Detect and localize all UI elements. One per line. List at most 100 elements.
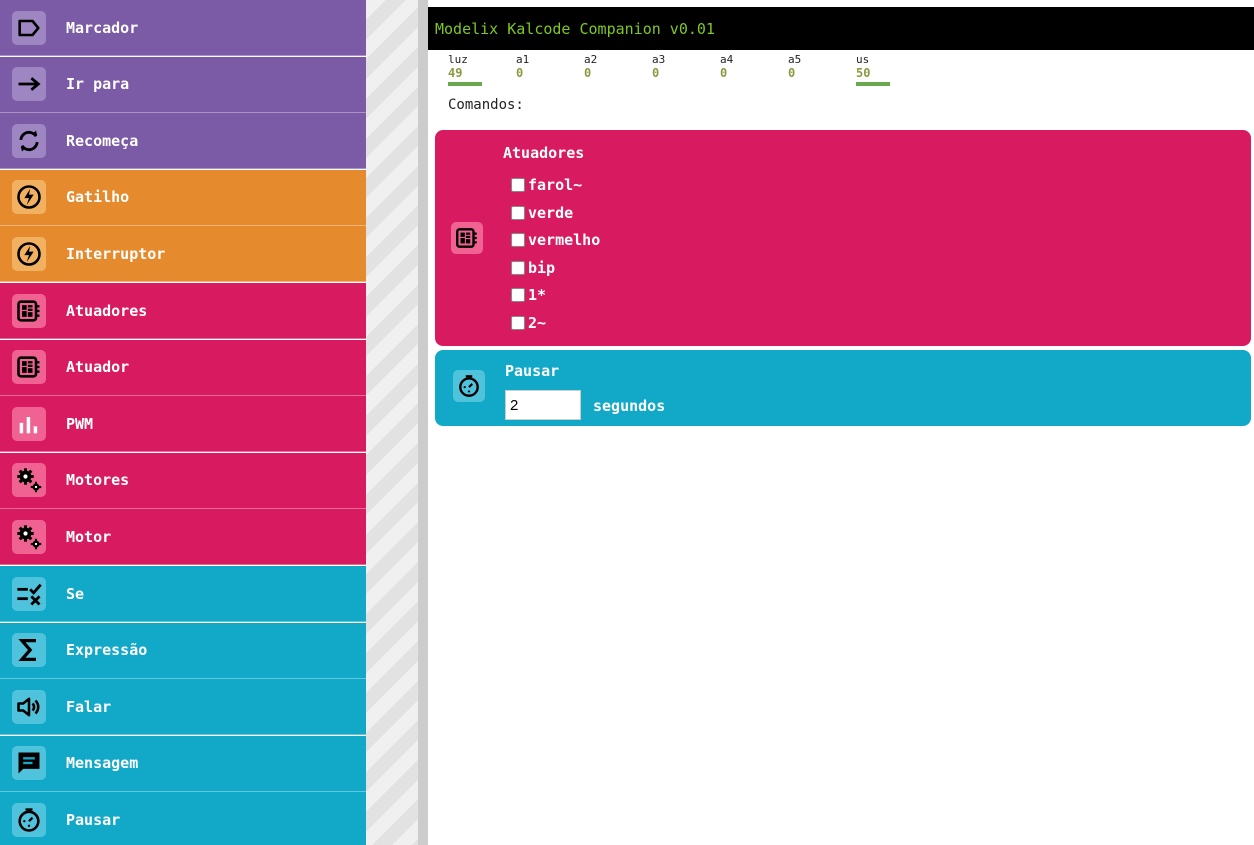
app-title-bar: Modelix Kalcode Companion v0.01 xyxy=(428,7,1254,50)
sensor-a5: a5 0 xyxy=(788,53,848,81)
palette-item-label: Pausar xyxy=(66,810,121,829)
actuator-farol[interactable]: farol~ xyxy=(511,176,582,194)
message-icon xyxy=(12,746,46,781)
timer-icon xyxy=(453,370,485,402)
palette-item-label: Motor xyxy=(66,527,112,546)
bar-chart-icon xyxy=(12,406,46,441)
palette-item-label: PWM xyxy=(66,414,94,433)
actuator-checkbox[interactable] xyxy=(511,288,525,302)
sensor-a1: a1 0 xyxy=(516,53,576,81)
sensor-value: 49 xyxy=(448,66,463,80)
palette-item-pwm[interactable]: PWM xyxy=(0,396,366,453)
sensor-label: a5 xyxy=(788,53,802,66)
app-title: Modelix Kalcode Companion v0.01 xyxy=(435,19,715,38)
commands-label: Comandos: xyxy=(448,97,524,113)
sensor-value: 0 xyxy=(516,66,524,80)
palette-item-label: Se xyxy=(66,584,85,603)
palette-item-label: Recomeça xyxy=(66,131,139,150)
palette-item-label: Ir para xyxy=(66,75,130,94)
sensor-label: a1 xyxy=(516,53,530,66)
palette-item-atuadores[interactable]: Atuadores xyxy=(0,283,366,339)
sensor-a3: a3 0 xyxy=(652,53,712,81)
actuator-checkbox[interactable] xyxy=(511,315,525,330)
sigma-icon xyxy=(12,633,46,668)
board-icon xyxy=(12,350,46,385)
actuator-label: farol~ xyxy=(528,176,583,194)
pausar-block[interactable]: Pausar segundos xyxy=(435,350,1251,426)
sensor-level-bar xyxy=(448,82,482,86)
sensor-value: 0 xyxy=(720,66,728,80)
block-palette: Marcador Ir para Recomeça Gatilho Interrupto… xyxy=(0,0,366,845)
actuator-label: 2~ xyxy=(528,313,547,332)
actuator-checkbox[interactable] xyxy=(511,233,525,247)
check-cross-icon xyxy=(12,576,46,611)
palette-item-label: Atuador xyxy=(66,358,130,377)
actuator-bip[interactable]: bip xyxy=(511,259,555,277)
palette-item-label: Mensagem xyxy=(66,754,139,773)
sensor-value: 0 xyxy=(584,66,592,80)
sensor-value: 0 xyxy=(652,66,660,80)
palette-item-label: Interruptor xyxy=(66,244,166,263)
actuator-checkbox[interactable] xyxy=(511,260,525,275)
board-icon xyxy=(12,293,46,328)
palette-item-pausar[interactable]: Pausar xyxy=(0,792,366,845)
palette-item-label: Gatilho xyxy=(66,188,130,207)
sensor-label: us xyxy=(856,53,870,66)
actuator-label: bip xyxy=(528,258,556,277)
actuator-checkbox[interactable] xyxy=(511,205,525,220)
palette-item-label: Falar xyxy=(66,697,112,716)
palette-item-marcador[interactable]: Marcador xyxy=(0,0,366,56)
workspace: Modelix Kalcode Companion v0.01 luz 49 a1 0… xyxy=(428,0,1254,845)
palette-item-interruptor[interactable]: Interruptor xyxy=(0,226,366,283)
arrow-right-icon xyxy=(12,67,46,102)
sensor-a2: a2 0 xyxy=(584,53,644,81)
actuator-checkbox[interactable] xyxy=(511,178,525,192)
actuator-label: 1* xyxy=(528,286,547,304)
palette-item-ir-para[interactable]: Ir para xyxy=(0,56,366,113)
lightning-icon xyxy=(12,180,46,215)
palette-item-motores[interactable]: Motores xyxy=(0,452,366,509)
restart-icon xyxy=(12,123,46,158)
pause-seconds-input[interactable] xyxy=(505,390,581,420)
sensor-luz: luz 49 xyxy=(448,54,508,86)
sensor-label: a2 xyxy=(584,53,598,66)
actuator-2[interactable]: 2~ xyxy=(511,314,546,332)
actuator-vermelho[interactable]: vermelho xyxy=(511,231,600,249)
palette-item-label: Motores xyxy=(66,471,130,490)
pausar-title: Pausar xyxy=(505,362,560,380)
palette-item-falar[interactable]: Falar xyxy=(0,679,366,736)
sensor-level-bar xyxy=(856,82,890,86)
sensor-label: a4 xyxy=(720,53,734,66)
actuator-1[interactable]: 1* xyxy=(511,286,546,304)
sensor-a4: a4 0 xyxy=(720,53,780,81)
actuator-label: verde xyxy=(528,203,574,222)
actuator-label: vermelho xyxy=(528,231,601,249)
lightning-icon xyxy=(12,236,46,271)
sensor-label: luz xyxy=(448,53,468,66)
gears-icon xyxy=(12,463,46,498)
palette-item-gatilho[interactable]: Gatilho xyxy=(0,169,366,226)
gears-icon xyxy=(12,519,46,554)
palette-item-motor[interactable]: Motor xyxy=(0,509,366,566)
palette-item-atuador[interactable]: Atuador xyxy=(0,339,366,396)
palette-item-label: Expressão xyxy=(66,641,148,660)
atuadores-title: Atuadores xyxy=(503,144,585,162)
palette-item-label: Atuadores xyxy=(66,301,148,320)
tag-icon xyxy=(12,10,46,45)
board-icon xyxy=(451,222,483,254)
palette-divider xyxy=(418,0,428,845)
pause-unit-label: segundos xyxy=(593,397,666,415)
sensor-value: 50 xyxy=(856,66,871,80)
sensor-us: us 50 xyxy=(856,54,916,86)
speaker-icon xyxy=(12,689,46,724)
sensor-value: 0 xyxy=(788,66,796,80)
palette-item-se[interactable]: Se xyxy=(0,566,366,622)
palette-item-recomeca[interactable]: Recomeça xyxy=(0,113,366,170)
atuadores-block[interactable]: Atuadores farol~ verde vermelho bip 1* 2~ xyxy=(435,130,1251,346)
timer-icon xyxy=(12,802,46,837)
actuator-verde[interactable]: verde xyxy=(511,204,573,222)
palette-item-label: Marcador xyxy=(66,18,139,37)
palette-item-expressao[interactable]: Expressão xyxy=(0,622,366,679)
sensor-label: a3 xyxy=(652,53,666,66)
palette-item-mensagem[interactable]: Mensagem xyxy=(0,735,366,792)
